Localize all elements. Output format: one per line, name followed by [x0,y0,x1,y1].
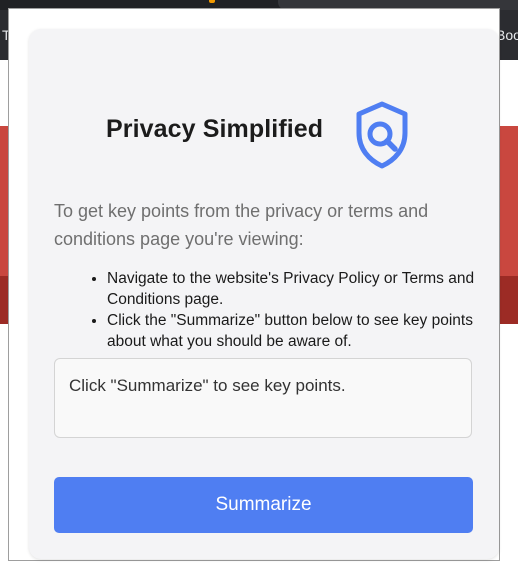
instructions-list: Navigate to the website's Privacy Policy… [87,268,507,352]
instruction-step-1: Navigate to the website's Privacy Policy… [107,268,507,310]
summary-output-box: Click "Summarize" to see key points. [54,358,472,438]
tab-indicator [209,0,215,3]
popup-title: Privacy Simplified [106,115,324,143]
popup-card: Privacy Simplified To get key points fro… [29,29,499,559]
instruction-step-2: Click the "Summarize" button below to se… [107,310,507,352]
extension-popup: Privacy Simplified To get key points fro… [8,8,500,561]
intro-text: To get key points from the privacy or te… [54,201,429,249]
shield-search-icon [356,101,408,169]
summarize-button[interactable]: Summarize [54,477,473,533]
popup-header: Privacy Simplified [29,97,499,169]
